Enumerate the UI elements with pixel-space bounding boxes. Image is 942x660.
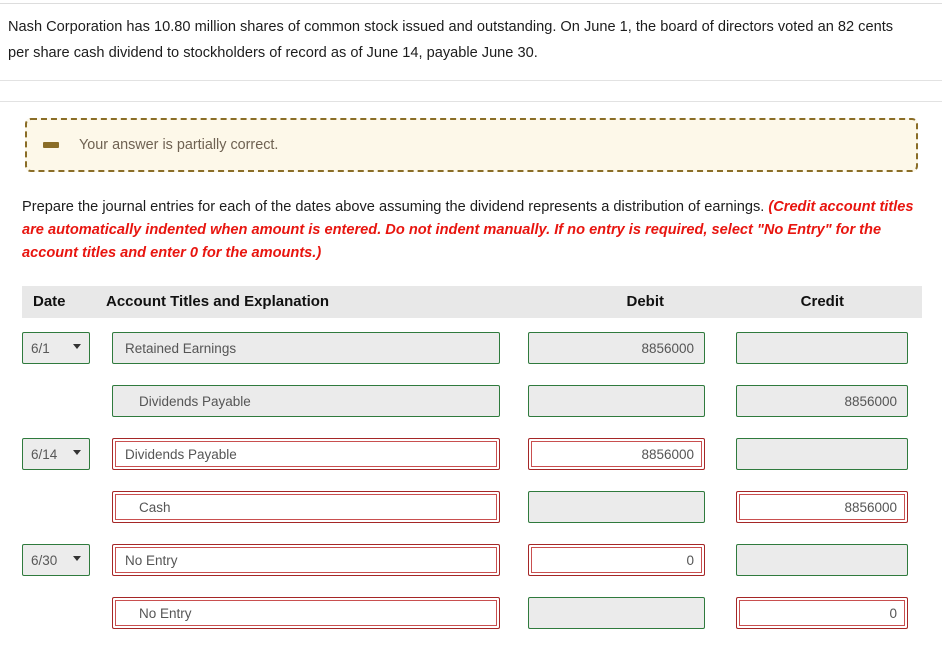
account-value: Cash	[139, 499, 171, 515]
account-input-4[interactable]: Cash	[112, 491, 500, 523]
debit-input-6[interactable]	[528, 597, 705, 629]
account-input-6[interactable]: No Entry	[112, 597, 500, 629]
date-select-value: 6/1	[31, 340, 50, 356]
account-value: No Entry	[139, 605, 192, 621]
debit-input-2[interactable]	[528, 385, 705, 417]
date-select-5[interactable]: 6/30	[22, 544, 90, 576]
instructions-lead: Prepare the journal entries for each of …	[22, 199, 769, 215]
journal-table-header: Date Account Titles and Explanation Debi…	[22, 286, 922, 318]
debit-value: 8856000	[641, 340, 694, 356]
debit-input-4[interactable]	[528, 491, 705, 523]
table-row: 6/30 No Entry 0	[22, 544, 922, 576]
credit-input-4[interactable]: 8856000	[736, 491, 908, 523]
account-value: Dividends Payable	[125, 446, 237, 462]
debit-input-3[interactable]: 8856000	[528, 438, 705, 470]
credit-value: 8856000	[844, 499, 897, 515]
debit-value: 8856000	[641, 446, 694, 462]
credit-input-5[interactable]	[736, 544, 908, 576]
problem-statement: Nash Corporation has 10.80 million share…	[8, 19, 894, 61]
debit-value: 0	[686, 552, 694, 568]
account-input-1[interactable]: Retained Earnings	[112, 332, 500, 364]
chevron-down-icon	[73, 556, 81, 561]
alert-message: Your answer is partially correct.	[79, 137, 279, 153]
debit-input-5[interactable]: 0	[528, 544, 705, 576]
credit-input-2[interactable]: 8856000	[736, 385, 908, 417]
column-header-credit: Credit	[800, 293, 844, 310]
account-value: Retained Earnings	[125, 340, 237, 356]
credit-value: 0	[889, 605, 897, 621]
account-input-3[interactable]: Dividends Payable	[112, 438, 500, 470]
account-value: Dividends Payable	[139, 393, 251, 409]
table-row: 6/1 Retained Earnings 8856000	[22, 332, 922, 364]
section-divider-upper	[0, 80, 942, 81]
partial-correct-alert: Your answer is partially correct.	[25, 118, 918, 172]
date-select-1[interactable]: 6/1	[22, 332, 90, 364]
credit-input-6[interactable]: 0	[736, 597, 908, 629]
date-select-value: 6/30	[31, 552, 58, 568]
table-row: No Entry 0	[22, 597, 922, 629]
minus-icon	[43, 142, 59, 148]
account-input-5[interactable]: No Entry	[112, 544, 500, 576]
credit-value: 8856000	[844, 393, 897, 409]
chevron-down-icon	[73, 344, 81, 349]
debit-input-1[interactable]: 8856000	[528, 332, 705, 364]
instructions-text: Prepare the journal entries for each of …	[22, 196, 924, 265]
table-row: Dividends Payable 8856000	[22, 385, 922, 417]
top-divider	[0, 3, 942, 4]
table-row: Cash 8856000	[22, 491, 922, 523]
credit-input-1[interactable]	[736, 332, 908, 364]
section-divider-lower	[0, 101, 942, 102]
chevron-down-icon	[73, 450, 81, 455]
credit-input-3[interactable]	[736, 438, 908, 470]
date-select-value: 6/14	[31, 446, 58, 462]
account-value: No Entry	[125, 552, 178, 568]
account-input-2[interactable]: Dividends Payable	[112, 385, 500, 417]
table-row: 6/14 Dividends Payable 8856000	[22, 438, 922, 470]
date-select-3[interactable]: 6/14	[22, 438, 90, 470]
